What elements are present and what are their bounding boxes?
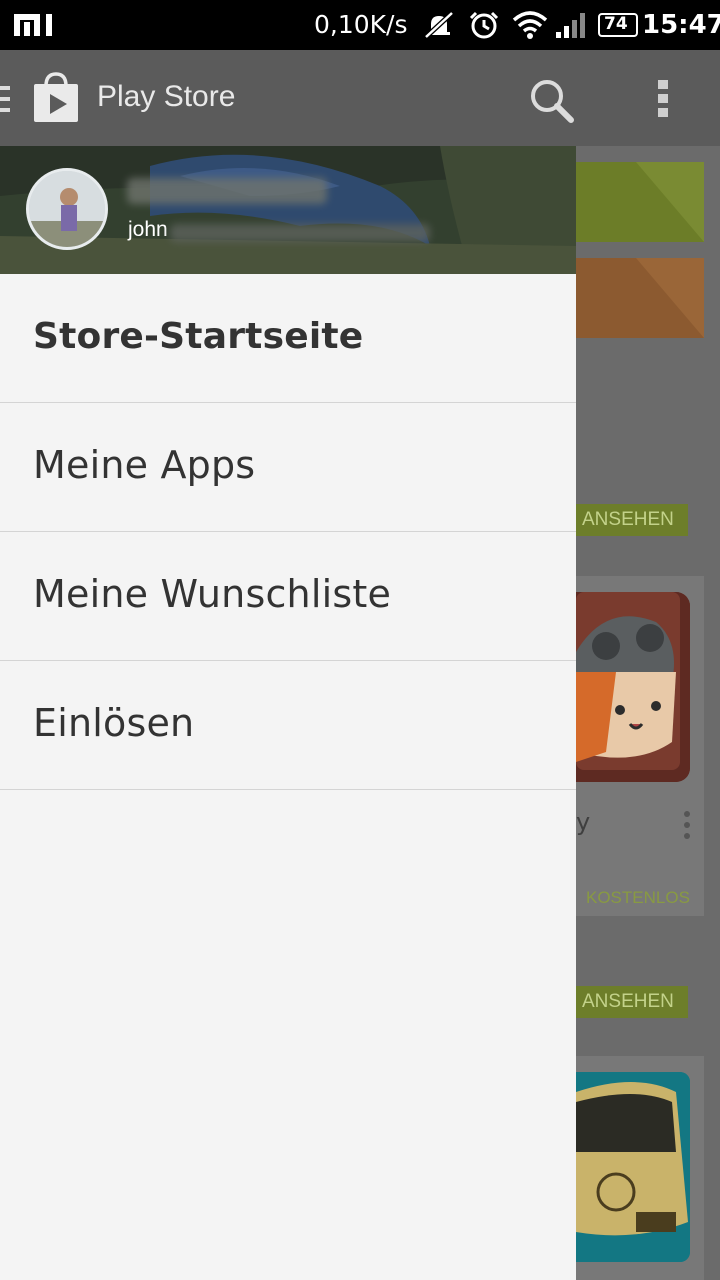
drawer-item-redeem[interactable]: Einlösen bbox=[0, 661, 576, 790]
app-card[interactable] bbox=[576, 1056, 704, 1280]
menu-icon[interactable] bbox=[0, 84, 10, 114]
app-card[interactable]: y KOSTENLOS bbox=[576, 576, 704, 916]
status-bar: 0,10K/s 74 15:47 bbox=[0, 0, 720, 50]
battery-icon: 74 bbox=[598, 13, 638, 37]
app-title: y bbox=[576, 808, 591, 836]
network-speed: 0,10K/s bbox=[314, 10, 408, 39]
avatar[interactable] bbox=[26, 168, 108, 250]
drawer-item-label: Store-Startseite bbox=[33, 316, 364, 357]
account-header[interactable]: john bbox=[0, 146, 576, 274]
drawer-item-store-home[interactable]: Store-Startseite bbox=[0, 274, 576, 403]
app-icon bbox=[576, 592, 690, 782]
mi-logo-icon bbox=[14, 14, 52, 36]
drawer-item-my-apps[interactable]: Meine Apps bbox=[0, 403, 576, 532]
card-overflow-icon[interactable] bbox=[682, 810, 692, 840]
category-banner[interactable] bbox=[576, 162, 704, 242]
view-button[interactable]: ANSEHEN bbox=[576, 504, 688, 536]
action-bar: Play Store bbox=[0, 50, 720, 146]
signal-icon bbox=[556, 13, 585, 38]
drawer-item-label: Meine Wunschliste bbox=[33, 572, 392, 616]
drawer-item-wishlist[interactable]: Meine Wunschliste bbox=[0, 532, 576, 661]
price-label: KOSTENLOS bbox=[586, 888, 690, 907]
drawer-item-label: Einlösen bbox=[33, 701, 195, 745]
drawer-item-label: Meine Apps bbox=[33, 443, 256, 487]
app-title: Play Store bbox=[97, 80, 236, 113]
account-name-blurred bbox=[127, 178, 327, 204]
account-email-blurred bbox=[170, 224, 430, 242]
navigation-drawer: john Store-Startseite Meine Apps Meine W… bbox=[0, 146, 576, 1280]
banner-decoration bbox=[636, 162, 704, 242]
play-store-logo-icon[interactable] bbox=[30, 72, 82, 124]
search-icon[interactable] bbox=[527, 76, 577, 126]
clock: 15:47 bbox=[642, 10, 720, 40]
store-content-dimmed: ANSEHEN y KOSTENLOS ANSEHEN bbox=[576, 146, 720, 1280]
banner-decoration bbox=[636, 258, 704, 338]
wifi-icon bbox=[512, 11, 548, 39]
category-banner[interactable] bbox=[576, 258, 704, 338]
view-button[interactable]: ANSEHEN bbox=[576, 986, 688, 1018]
mute-vibrate-icon bbox=[424, 11, 454, 39]
overflow-menu-icon[interactable] bbox=[652, 78, 676, 118]
app-icon bbox=[576, 1072, 690, 1262]
account-email: john bbox=[128, 218, 168, 241]
alarm-icon bbox=[469, 11, 499, 39]
battery-level: 74 bbox=[604, 14, 628, 34]
